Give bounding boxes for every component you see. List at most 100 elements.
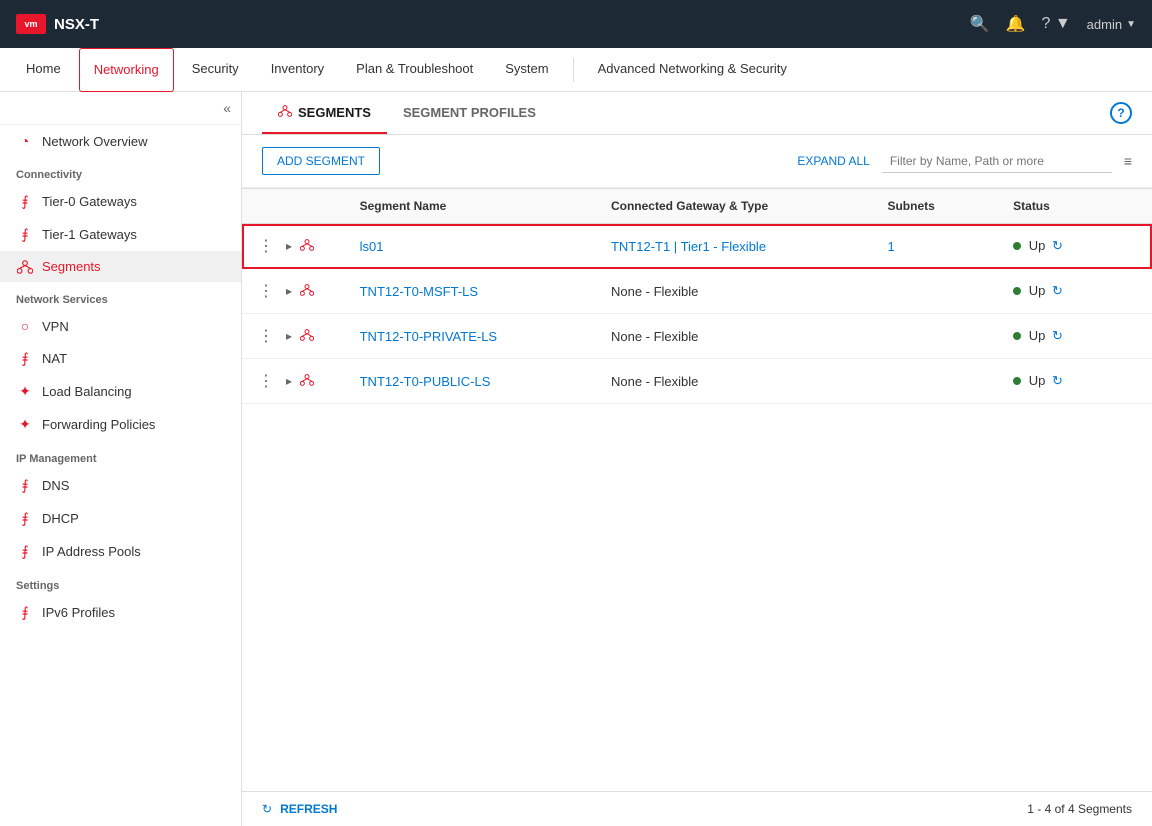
row3-name-link[interactable]: TNT12-T0-PRIVATE-LS (360, 329, 497, 344)
app-logo: vm NSX-T (16, 14, 99, 34)
segments-table: Segment Name Connected Gateway & Type Su… (242, 188, 1152, 404)
row1-actions: ⋮ ▸ (254, 234, 336, 258)
nat-icon: ⨎ (16, 350, 34, 367)
sidebar-item-ip-address-pools[interactable]: ⨎ IP Address Pools (0, 535, 241, 568)
row3-actions: ⋮ ▸ (254, 324, 336, 348)
nav-item-home[interactable]: Home (12, 48, 75, 92)
bell-icon[interactable]: 🔔 (1006, 14, 1026, 34)
segments-tab-icon (278, 104, 292, 120)
nav-item-inventory[interactable]: Inventory (257, 48, 338, 92)
filter-input[interactable] (882, 150, 1112, 173)
row4-status-dot (1013, 377, 1021, 385)
tier0-label: Tier-0 Gateways (42, 194, 137, 209)
network-services-section-title: Network Services (0, 282, 241, 310)
help-icon[interactable]: ? ▼ (1041, 15, 1070, 33)
nav-item-plan-troubleshoot[interactable]: Plan & Troubleshoot (342, 48, 487, 92)
fp-label: Forwarding Policies (42, 417, 155, 432)
table-row: ⋮ ▸ (242, 359, 1152, 404)
sidebar-item-tier1-gateways[interactable]: ⨎ Tier-1 Gateways (0, 218, 241, 251)
row2-name-cell: TNT12-T0-MSFT-LS (348, 269, 599, 314)
refresh-button[interactable]: REFRESH (280, 802, 337, 816)
row4-expand-button[interactable]: ▸ (282, 372, 296, 390)
add-segment-button[interactable]: ADD SEGMENT (262, 147, 380, 175)
nav-item-security[interactable]: Security (178, 48, 253, 92)
tab-segment-profiles[interactable]: SEGMENT PROFILES (387, 93, 552, 134)
sidebar-item-network-overview[interactable]: ◔ Network Overview (0, 125, 241, 157)
sidebar-item-forwarding-policies[interactable]: ✦ Forwarding Policies (0, 408, 241, 441)
sidebar-item-segments[interactable]: Segments (0, 251, 241, 282)
dhcp-label: DHCP (42, 511, 79, 526)
vm-icon: vm (16, 14, 46, 34)
row4-menu-button[interactable]: ⋮ (254, 369, 278, 393)
sidebar-item-load-balancing[interactable]: ✦ Load Balancing (0, 375, 241, 408)
sidebar-item-tier0-gateways[interactable]: ⨎ Tier-0 Gateways (0, 185, 241, 218)
tier1-label: Tier-1 Gateways (42, 227, 137, 242)
row1-gateway-cell: TNT12-T1 | Tier1 - Flexible (599, 224, 876, 269)
lb-icon: ✦ (16, 383, 34, 400)
row2-actions-cell: ⋮ ▸ (242, 269, 348, 314)
nav-item-networking[interactable]: Networking (79, 48, 174, 92)
row4-name-cell: TNT12-T0-PUBLIC-LS (348, 359, 599, 404)
row2-refresh-icon[interactable]: ↻ (1052, 283, 1063, 299)
row3-menu-button[interactable]: ⋮ (254, 324, 278, 348)
vpn-icon: ○ (16, 318, 34, 334)
collapse-sidebar-button[interactable]: « (223, 100, 231, 116)
nav-item-system[interactable]: System (491, 48, 562, 92)
row1-gateway-link[interactable]: TNT12-T1 | Tier1 - Flexible (611, 239, 766, 254)
topbar: vm NSX-T 🔍 🔔 ? ▼ admin ▼ (0, 0, 1152, 48)
sidebar-item-nat[interactable]: ⨎ NAT (0, 342, 241, 375)
user-menu[interactable]: admin ▼ (1087, 17, 1136, 32)
row3-gateway-cell: None - Flexible (599, 314, 876, 359)
search-icon[interactable]: 🔍 (970, 14, 990, 34)
row1-subnets-cell: 1 (875, 224, 1001, 269)
row1-menu-button[interactable]: ⋮ (254, 234, 278, 258)
row-count-label: 1 - 4 of 4 Segments (1027, 802, 1132, 816)
col-header-name: Segment Name (348, 189, 599, 224)
row1-name-link[interactable]: ls01 (360, 239, 384, 254)
row2-actions: ⋮ ▸ (254, 279, 336, 303)
vpn-label: VPN (42, 319, 69, 334)
row2-menu-button[interactable]: ⋮ (254, 279, 278, 303)
nat-label: NAT (42, 351, 67, 366)
row1-refresh-icon[interactable]: ↻ (1052, 238, 1063, 254)
row1-segment-icon (300, 238, 314, 254)
row2-status-text: Up (1029, 283, 1046, 298)
nav-separator (573, 58, 574, 82)
row4-status-cell: Up ↻ (1001, 359, 1152, 404)
row1-expand-button[interactable]: ▸ (282, 237, 296, 255)
ipv6-label: IPv6 Profiles (42, 605, 115, 620)
tab-segments[interactable]: SEGMENTS (262, 92, 387, 134)
ip-pools-label: IP Address Pools (42, 544, 141, 559)
segments-icon (16, 260, 34, 274)
sidebar-item-vpn[interactable]: ○ VPN (0, 310, 241, 342)
row3-status-text: Up (1029, 328, 1046, 343)
row4-name-link[interactable]: TNT12-T0-PUBLIC-LS (360, 374, 491, 389)
row3-expand-button[interactable]: ▸ (282, 327, 296, 345)
tier1-icon: ⨎ (16, 226, 34, 243)
ipv6-icon: ⨎ (16, 604, 34, 621)
help-circle-icon[interactable]: ? (1110, 102, 1132, 124)
sidebar-item-ipv6-profiles[interactable]: ⨎ IPv6 Profiles (0, 596, 241, 629)
topbar-icons: 🔍 🔔 ? ▼ (970, 14, 1071, 34)
row4-status-text: Up (1029, 373, 1046, 388)
sidebar-item-dhcp[interactable]: ⨎ DHCP (0, 502, 241, 535)
row2-name-link[interactable]: TNT12-T0-MSFT-LS (360, 284, 478, 299)
row2-expand-button[interactable]: ▸ (282, 282, 296, 300)
row4-subnets-cell (875, 359, 1001, 404)
table-footer: ↻ REFRESH 1 - 4 of 4 Segments (242, 791, 1152, 826)
row4-refresh-icon[interactable]: ↻ (1052, 373, 1063, 389)
row1-subnets-link[interactable]: 1 (887, 239, 894, 254)
ip-management-section-title: IP Management (0, 441, 241, 469)
nav-item-advanced[interactable]: Advanced Networking & Security (584, 48, 801, 92)
main-layout: « ◔ Network Overview Connectivity ⨎ Tier… (0, 92, 1152, 826)
row3-status-cell: Up ↻ (1001, 314, 1152, 359)
row2-segment-icon (300, 283, 314, 299)
navbar: Home Networking Security Inventory Plan … (0, 48, 1152, 92)
refresh-icon: ↻ (262, 802, 272, 816)
row1-status-cell: Up ↻ (1001, 224, 1152, 269)
row3-refresh-icon[interactable]: ↻ (1052, 328, 1063, 344)
sidebar-item-dns[interactable]: ⨎ DNS (0, 469, 241, 502)
lb-label: Load Balancing (42, 384, 132, 399)
row1-name-cell: ls01 (348, 224, 599, 269)
expand-all-button[interactable]: EXPAND ALL (797, 154, 869, 168)
